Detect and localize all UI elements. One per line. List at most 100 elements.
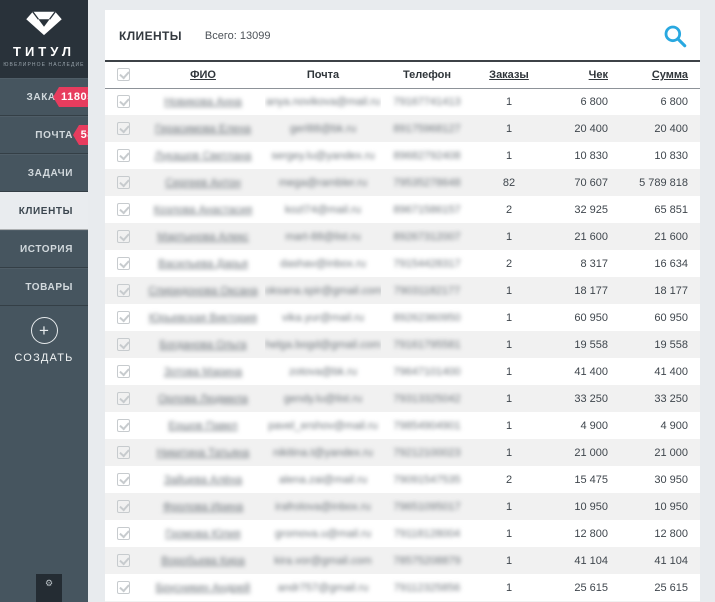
orders-count: 2 bbox=[505, 473, 513, 486]
check-value: 8 317 bbox=[580, 257, 608, 270]
client-name-link[interactable]: Спиридонова Оксана bbox=[148, 285, 257, 297]
diamond-icon bbox=[26, 11, 62, 36]
clients-table: ФИО Почта Телефон Заказы Чек Сумма Новикова А… bbox=[105, 60, 700, 602]
notification-badge: 11805 bbox=[53, 87, 88, 107]
client-name-link[interactable]: Васильева Дарья bbox=[158, 258, 248, 270]
sidebar-item-history[interactable]: ИСТОРИЯ bbox=[0, 230, 88, 268]
row-checkbox[interactable] bbox=[116, 284, 130, 297]
column-header-sum[interactable]: Сумма bbox=[623, 60, 700, 89]
client-phone: 79161795581 bbox=[393, 338, 461, 351]
sum-value: 30 950 bbox=[654, 473, 688, 486]
create-button-label: СОЗДАТЬ bbox=[14, 352, 74, 364]
client-name-link[interactable]: Козлова Анастасия bbox=[154, 204, 253, 216]
client-name-link[interactable]: Богданова Ольга bbox=[160, 339, 247, 351]
row-checkbox[interactable] bbox=[116, 203, 130, 216]
client-email: sergey.lu@yandex.ru bbox=[271, 149, 375, 162]
client-name-link[interactable]: Никитина Татьяна bbox=[157, 447, 250, 459]
sidebar-item-orders[interactable]: ЗАКАЗЫ11805 bbox=[0, 78, 88, 116]
select-all-checkbox[interactable] bbox=[105, 60, 141, 89]
client-name-link[interactable]: Громова Юлия bbox=[165, 528, 240, 540]
client-name-link[interactable]: Фролова Ирина bbox=[163, 501, 243, 513]
client-name-link[interactable]: Новикова Анна bbox=[164, 96, 242, 108]
client-name-link[interactable]: Мартынова Алекс bbox=[157, 231, 249, 243]
client-name-link[interactable]: Герасимова Елена bbox=[155, 123, 251, 135]
panel-header: КЛИЕНТЫ Всего: 13099 bbox=[105, 10, 700, 60]
check-value: 41 400 bbox=[574, 365, 608, 378]
client-email: pavel_ershov@mail.ru bbox=[268, 419, 378, 432]
client-name-link[interactable]: Зайцева Алёна bbox=[164, 474, 242, 486]
row-checkbox[interactable] bbox=[116, 365, 130, 378]
orders-count: 1 bbox=[505, 95, 513, 108]
client-name-link[interactable]: Орлова Людмила bbox=[158, 393, 248, 405]
client-name-link[interactable]: Юрьевская Виктория bbox=[149, 312, 257, 324]
check-value: 32 925 bbox=[574, 203, 608, 216]
client-email: zotova@bk.ru bbox=[288, 365, 358, 378]
check-value: 10 830 bbox=[574, 149, 608, 162]
client-email: gendy.lu@list.ru bbox=[283, 392, 363, 405]
table-row: Орлова Людмила gendy.lu@list.ru 7931332504… bbox=[105, 385, 700, 412]
row-checkbox[interactable] bbox=[116, 419, 130, 432]
check-value: 25 615 bbox=[574, 581, 608, 594]
table-row: Новикова Анна anya.novikova@mail.ru 791677… bbox=[105, 88, 700, 115]
column-header-check[interactable]: Чек bbox=[545, 60, 623, 89]
table-row: Воробьева Кира kira.vor@gmail.com 78575208… bbox=[105, 547, 700, 574]
column-header-orders[interactable]: Заказы bbox=[473, 60, 545, 89]
create-button[interactable]: + СОЗДАТЬ bbox=[0, 306, 88, 379]
sidebar-settings-button[interactable]: ⚙ bbox=[36, 574, 62, 602]
column-header-label: Заказы bbox=[489, 68, 529, 81]
client-phone: 79118128004 bbox=[393, 527, 461, 540]
client-name-link[interactable]: Лукашов Светлана bbox=[155, 150, 252, 162]
row-checkbox[interactable] bbox=[116, 122, 130, 135]
table-row: Брусникин Андрей andr757@gmail.ru 79112325… bbox=[105, 574, 700, 601]
logo[interactable]: ТИТУЛ ЮВЕЛИРНОЕ НАСЛЕДИЕ bbox=[0, 0, 88, 78]
check-value: 15 475 bbox=[574, 473, 608, 486]
checkbox-icon bbox=[116, 68, 130, 82]
row-checkbox[interactable] bbox=[116, 581, 130, 594]
client-phone: 89267312007 bbox=[393, 230, 461, 243]
row-checkbox[interactable] bbox=[116, 149, 130, 162]
column-header-fio[interactable]: ФИО bbox=[141, 60, 265, 89]
client-name-link[interactable]: Сергеев Антон bbox=[165, 177, 241, 189]
client-phone: 79091547535 bbox=[393, 473, 461, 486]
sum-value: 19 558 bbox=[654, 338, 688, 351]
row-checkbox[interactable] bbox=[116, 311, 130, 324]
client-name-link[interactable]: Ершов Павел bbox=[168, 420, 237, 432]
orders-count: 1 bbox=[505, 581, 513, 594]
row-checkbox[interactable] bbox=[116, 95, 130, 109]
client-phone: 79031182177 bbox=[393, 284, 461, 297]
client-phone: 79535278648 bbox=[393, 176, 461, 189]
check-value: 12 800 bbox=[574, 527, 608, 540]
orders-count: 1 bbox=[505, 446, 513, 459]
sum-value: 4 900 bbox=[660, 419, 688, 432]
row-checkbox[interactable] bbox=[116, 230, 130, 243]
row-checkbox[interactable] bbox=[116, 338, 130, 351]
sum-value: 33 250 bbox=[654, 392, 688, 405]
client-email: mart-88@list.ru bbox=[285, 230, 361, 243]
client-name-link[interactable]: Зотова Марина bbox=[164, 366, 242, 378]
sidebar-item-tasks[interactable]: ЗАДАЧИ bbox=[0, 154, 88, 192]
row-checkbox[interactable] bbox=[116, 446, 130, 459]
client-name-link[interactable]: Воробьева Кира bbox=[161, 555, 245, 567]
row-checkbox[interactable] bbox=[116, 176, 130, 189]
table-row: Лукашов Светлана sergey.lu@yandex.ru 89682… bbox=[105, 142, 700, 169]
row-checkbox[interactable] bbox=[116, 392, 130, 405]
logo-title: ТИТУЛ bbox=[13, 44, 75, 59]
row-checkbox[interactable] bbox=[116, 257, 130, 270]
column-header-label: Сумма bbox=[651, 68, 688, 81]
row-checkbox[interactable] bbox=[116, 500, 130, 513]
client-email: mega@rambler.ru bbox=[278, 176, 368, 189]
sidebar-item-mail[interactable]: ПОЧТА58 bbox=[0, 116, 88, 154]
table-row: Спиридонова Оксана oksana.spir@gmail.com 7… bbox=[105, 277, 700, 304]
sidebar-item-goods[interactable]: ТОВАРЫ bbox=[0, 268, 88, 306]
row-checkbox[interactable] bbox=[116, 473, 130, 486]
search-button[interactable] bbox=[662, 23, 688, 49]
check-value: 21 000 bbox=[574, 446, 608, 459]
client-name-link[interactable]: Брусникин Андрей bbox=[156, 582, 251, 594]
row-checkbox[interactable] bbox=[116, 527, 130, 540]
sum-value: 10 950 bbox=[654, 500, 688, 513]
client-email: alena.zai@mail.ru bbox=[278, 473, 368, 486]
sidebar-item-clients[interactable]: КЛИЕНТЫ bbox=[0, 192, 88, 230]
orders-count: 1 bbox=[505, 419, 513, 432]
row-checkbox[interactable] bbox=[116, 554, 130, 567]
sidebar: ТИТУЛ ЮВЕЛИРНОЕ НАСЛЕДИЕ ЗАКАЗЫ11805ПОЧТ… bbox=[0, 0, 88, 602]
